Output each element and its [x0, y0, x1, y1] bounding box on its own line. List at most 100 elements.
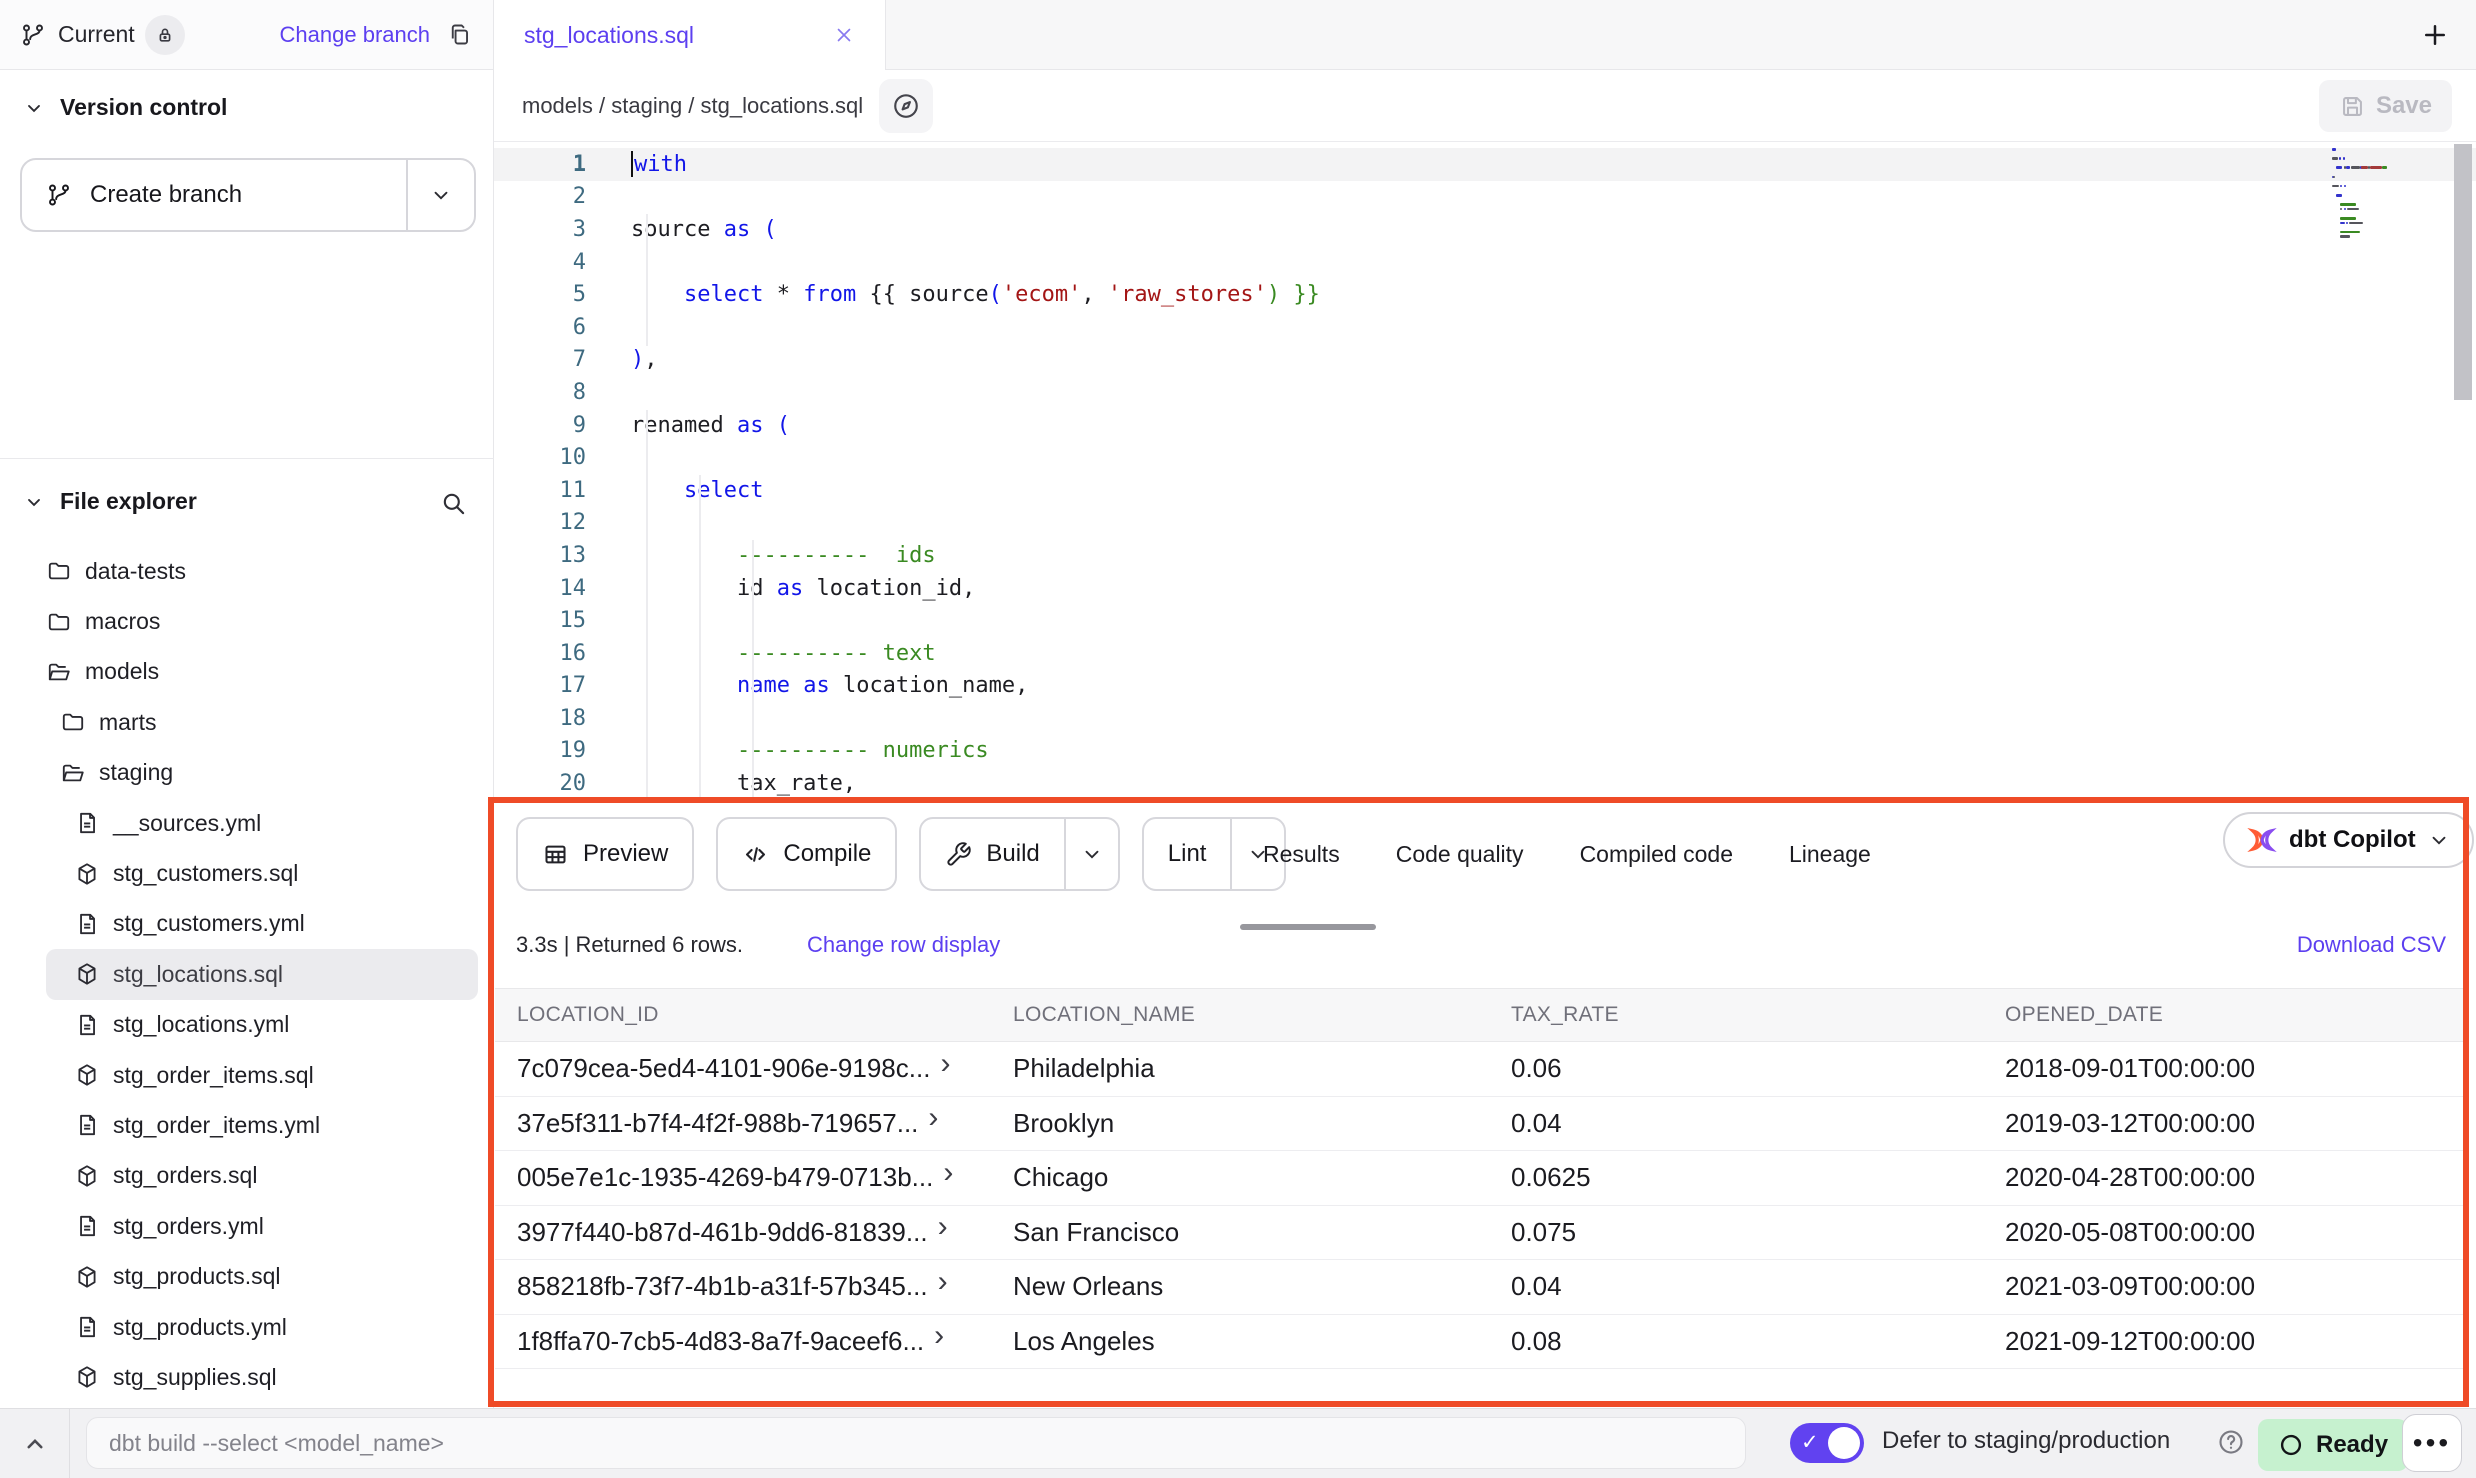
git-branch-icon: [46, 182, 72, 208]
code-line-14[interactable]: 14 id as location_id,: [494, 572, 2476, 605]
lineage-compass-icon[interactable]: [879, 79, 933, 133]
code-line-17[interactable]: 17 name as location_name,: [494, 670, 2476, 703]
table-row: 3977f440-b87d-461b-9dd6-81839...›San Fra…: [495, 1206, 2467, 1261]
file-item-models[interactable]: models: [46, 647, 478, 697]
version-control-header[interactable]: Version control: [24, 94, 227, 121]
folder-open-icon: [46, 659, 72, 685]
code-line-18[interactable]: 18: [494, 702, 2476, 735]
file-item--sources-yml[interactable]: __sources.yml: [46, 798, 478, 848]
code-text: ---------- text: [600, 641, 936, 666]
file-label: stg_order_items.yml: [113, 1112, 320, 1139]
save-button[interactable]: Save: [2319, 80, 2452, 132]
code-line-4[interactable]: 4: [494, 246, 2476, 279]
code-editor[interactable]: 1with23source as ( 4 5 select * from {{ so…: [494, 142, 2476, 803]
file-item-stg-customers-sql[interactable]: stg_customers.sql: [46, 848, 478, 898]
file-label: stg_customers.yml: [113, 910, 305, 937]
more-options-button[interactable]: •••: [2402, 1414, 2462, 1472]
close-tab-icon[interactable]: [833, 24, 855, 46]
file-explorer-header[interactable]: File explorer: [24, 488, 197, 515]
code-line-12[interactable]: 12: [494, 507, 2476, 540]
file-item-stg-orders-yml[interactable]: stg_orders.yml: [46, 1201, 478, 1251]
file-item-stg-order-items-yml[interactable]: stg_order_items.yml: [46, 1100, 478, 1150]
code-line-5[interactable]: 5 select * from {{ source('ecom', 'raw_s…: [494, 278, 2476, 311]
panel-tab-code-quality[interactable]: Code quality: [1396, 841, 1524, 868]
panel-tab-lineage[interactable]: Lineage: [1789, 841, 1871, 868]
wrench-icon: [945, 841, 972, 868]
create-branch-button[interactable]: Create branch: [20, 158, 476, 232]
help-question-icon[interactable]: [2216, 1427, 2246, 1457]
download-csv-link[interactable]: Download CSV: [2297, 932, 2446, 958]
defer-toggle[interactable]: ✓: [1790, 1423, 1864, 1463]
expand-row-icon[interactable]: ›: [928, 1108, 938, 1134]
code-line-13[interactable]: 13 ---------- ids: [494, 539, 2476, 572]
file-label: macros: [85, 608, 160, 635]
search-icon[interactable]: [440, 490, 467, 517]
file-item-stg-locations-yml[interactable]: stg_locations.yml: [46, 1000, 478, 1050]
doc-icon: [74, 911, 100, 937]
file-item-stg-products-yml[interactable]: stg_products.yml: [46, 1302, 478, 1352]
compile-button[interactable]: Compile: [716, 817, 897, 891]
expand-row-icon[interactable]: ›: [934, 1326, 944, 1352]
code-line-16[interactable]: 16 ---------- text: [494, 637, 2476, 670]
version-control-title: Version control: [60, 94, 227, 121]
expand-row-icon[interactable]: ›: [938, 1271, 948, 1297]
code-line-2[interactable]: 2: [494, 181, 2476, 214]
create-branch-dropdown[interactable]: [406, 160, 474, 230]
new-tab-plus-icon[interactable]: [2420, 20, 2450, 50]
build-button[interactable]: Build: [919, 817, 1119, 891]
expand-row-icon[interactable]: ›: [943, 1162, 953, 1188]
file-item-marts[interactable]: marts: [46, 697, 478, 747]
code-line-7[interactable]: 7),: [494, 344, 2476, 377]
panel-tab-compiled-code[interactable]: Compiled code: [1580, 841, 1733, 868]
file-item-staging[interactable]: staging: [46, 748, 478, 798]
file-item-macros[interactable]: macros: [46, 596, 478, 646]
line-number: 4: [494, 250, 600, 275]
doc-icon: [74, 810, 100, 836]
change-branch-link[interactable]: Change branch: [280, 22, 430, 48]
dbt-copilot-logo-icon: [2247, 825, 2277, 855]
code-line-9[interactable]: 9renamed as (: [494, 409, 2476, 442]
build-dropdown[interactable]: [1064, 819, 1118, 889]
file-label: stg_order_items.sql: [113, 1062, 314, 1089]
file-item-stg-supplies-sql[interactable]: stg_supplies.sql: [46, 1352, 478, 1402]
code-text: with: [600, 151, 687, 177]
file-item-data-tests[interactable]: data-tests: [46, 546, 478, 596]
tab-stg-locations-sql[interactable]: stg_locations.sql: [494, 0, 886, 71]
file-item-stg-products-sql[interactable]: stg_products.sql: [46, 1251, 478, 1301]
code-line-20[interactable]: 20 tax_rate,: [494, 767, 2476, 800]
file-item-stg-customers-yml[interactable]: stg_customers.yml: [46, 899, 478, 949]
change-row-display-link[interactable]: Change row display: [807, 932, 1000, 958]
ready-status-badge[interactable]: Ready: [2258, 1419, 2408, 1471]
editor-scrollbar-thumb[interactable]: [2454, 144, 2472, 400]
code-line-3[interactable]: 3source as (: [494, 213, 2476, 246]
chevron-down-icon: [2428, 829, 2450, 851]
file-item-stg-order-items-sql[interactable]: stg_order_items.sql: [46, 1050, 478, 1100]
dbt-copilot-button[interactable]: dbt Copilot: [2223, 812, 2474, 868]
ready-label: Ready: [2316, 1431, 2388, 1459]
code-line-11[interactable]: 11 select: [494, 474, 2476, 507]
expand-row-icon[interactable]: ›: [940, 1053, 950, 1079]
panel-tab-results[interactable]: Results: [1263, 841, 1340, 868]
table-row: 858218fb-73f7-4b1b-a31f-57b345...›New Or…: [495, 1260, 2467, 1315]
code-line-6[interactable]: 6: [494, 311, 2476, 344]
line-number: 15: [494, 608, 600, 633]
table-row: 7c079cea-5ed4-4101-906e-9198c...›Philade…: [495, 1042, 2467, 1097]
code-text: name as location_name,: [600, 673, 1028, 698]
code-line-1[interactable]: 1with: [494, 148, 2476, 181]
status-bar: dbt build --select <model_name> ✓ Defer …: [0, 1408, 2476, 1478]
file-label: stg_products.yml: [113, 1314, 287, 1341]
code-line-10[interactable]: 10: [494, 441, 2476, 474]
minimap[interactable]: [2332, 148, 2448, 268]
chevron-up-icon[interactable]: [20, 1429, 50, 1459]
file-item-stg-locations-sql[interactable]: stg_locations.sql: [46, 949, 478, 999]
code-line-8[interactable]: 8: [494, 376, 2476, 409]
code-line-19[interactable]: 19 ---------- numerics: [494, 735, 2476, 768]
copy-branch-icon[interactable]: [446, 21, 473, 48]
preview-button[interactable]: Preview: [516, 817, 694, 891]
expand-row-icon[interactable]: ›: [938, 1217, 948, 1243]
tab-title: stg_locations.sql: [524, 22, 694, 49]
code-line-15[interactable]: 15: [494, 604, 2476, 637]
file-item-stg-orders-sql[interactable]: stg_orders.sql: [46, 1151, 478, 1201]
command-input[interactable]: dbt build --select <model_name>: [86, 1417, 1746, 1469]
table-row: 005e7e1c-1935-4269-b479-0713b...›Chicago…: [495, 1151, 2467, 1206]
